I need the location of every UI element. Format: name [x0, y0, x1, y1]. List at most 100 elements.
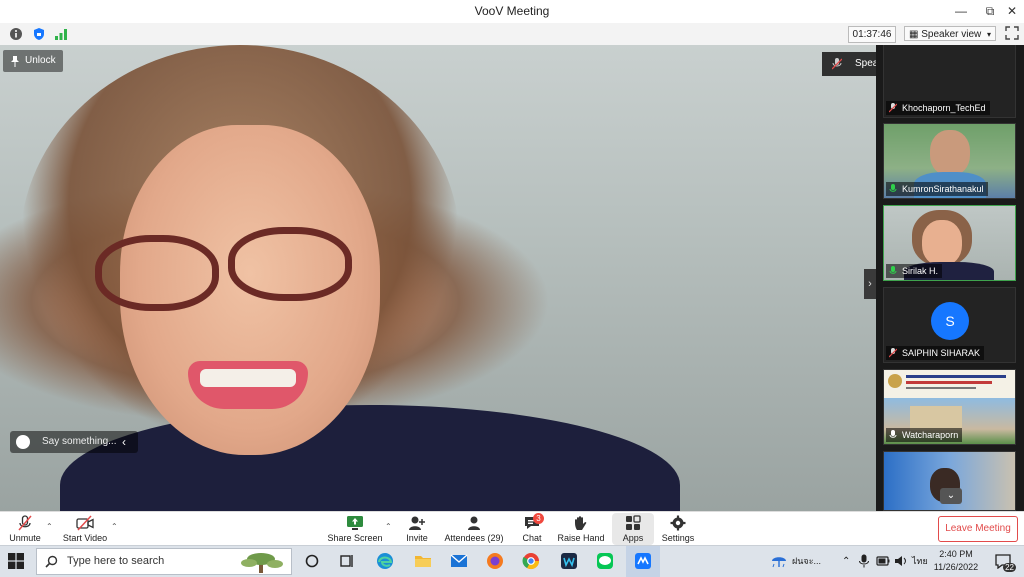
close-button[interactable]: ✕	[1001, 2, 1023, 20]
task-view-icon[interactable]	[336, 550, 358, 572]
mic-icon	[889, 184, 897, 192]
meeting-toolbar: Unmute ⌃ Start Video ⌃ Share Screen ⌃ In…	[0, 511, 1024, 546]
speaker-video[interactable]: Unlock Say something... ‹	[0, 45, 876, 511]
audio-options-caret[interactable]: ⌃	[46, 522, 53, 531]
line-icon[interactable]	[594, 550, 616, 572]
notification-center[interactable]: 22	[994, 553, 1016, 572]
mic-icon	[889, 266, 897, 274]
speaker-volume-icon[interactable]	[894, 554, 908, 568]
notification-count: 22	[1003, 563, 1016, 572]
chevron-left-icon[interactable]: ‹	[122, 431, 134, 453]
mic-muted-icon	[889, 348, 897, 358]
unmute-button[interactable]: Unmute	[4, 512, 46, 546]
glasses-right	[228, 227, 352, 301]
clock-date: 11/26/2022	[933, 562, 979, 572]
minimize-button[interactable]: —	[950, 2, 972, 20]
meeting-info-bar: 01:37:46 ▦ Speaker view ▾	[0, 23, 1024, 46]
scroll-down-button[interactable]: ⌄	[940, 488, 962, 504]
mail-icon[interactable]	[448, 550, 470, 572]
gear-icon	[670, 515, 686, 531]
search-placeholder: Type here to search	[67, 555, 165, 567]
chat-label: Chat	[522, 533, 542, 543]
restore-button[interactable]: ⧉	[979, 2, 1001, 20]
participant-tile[interactable]: Watcharaporn	[883, 369, 1016, 445]
participant-video	[922, 220, 962, 266]
chrome-icon[interactable]	[520, 550, 542, 572]
slide-title-line	[906, 375, 1006, 378]
hidden-icons-chevron[interactable]: ⌃	[842, 546, 850, 577]
cortana-icon[interactable]	[301, 550, 323, 572]
unlock-button[interactable]: Unlock	[3, 50, 63, 72]
settings-button[interactable]: Settings	[658, 512, 698, 546]
video-options-caret[interactable]: ⌃	[111, 522, 118, 531]
firefox-icon[interactable]	[484, 550, 506, 572]
apps-grid-icon	[626, 515, 641, 530]
attendees-button[interactable]: Attendees (29)	[442, 512, 506, 546]
webex-icon[interactable]	[558, 550, 580, 572]
invite-button[interactable]: Invite	[399, 512, 435, 546]
speaker-teeth	[200, 369, 296, 387]
search-icon	[45, 555, 58, 568]
participant-tile-active[interactable]: Sirilak H.	[883, 205, 1016, 281]
taskbar-clock[interactable]: 2:40 PM 11/26/2022	[924, 548, 988, 574]
share-screen-button[interactable]: Share Screen	[326, 512, 384, 546]
mic-muted-icon	[832, 58, 842, 70]
pin-icon	[11, 56, 19, 67]
view-selector[interactable]: ▦ Speaker view ▾	[904, 26, 996, 41]
mic-icon	[889, 430, 897, 438]
windows-taskbar: Type here to search ฝนจะ... ⌃ ไทย 2:40 P…	[0, 545, 1024, 577]
share-screen-label: Share Screen	[327, 533, 383, 543]
weather-text[interactable]: ฝนจะ...	[792, 546, 821, 577]
participant-name-text: Sirilak H.	[902, 266, 939, 276]
window-title: VooV Meeting	[474, 4, 550, 18]
participant-name: SAIPHIN SIHARAK	[886, 346, 985, 360]
start-video-label: Start Video	[62, 533, 108, 543]
say-something-placeholder: Say something...	[42, 436, 117, 447]
participant-tile[interactable]: Khochaporn_TechEd	[883, 45, 1016, 118]
shield-icon[interactable]	[32, 27, 46, 41]
chat-unread-badge: 3	[533, 513, 544, 524]
raise-hand-label: Raise Hand	[557, 533, 605, 543]
fullscreen-icon[interactable]	[1005, 26, 1019, 40]
share-options-caret[interactable]: ⌃	[385, 522, 392, 531]
meeting-timer: 01:37:46	[848, 26, 896, 43]
start-video-button[interactable]: Start Video	[58, 512, 112, 546]
participant-name-text: Watcharaporn	[902, 430, 959, 440]
avatar: S	[931, 302, 969, 340]
say-something-input[interactable]: Say something... ‹	[10, 431, 138, 453]
taskbar-search-input[interactable]: Type here to search	[36, 548, 292, 575]
weather-rain-icon[interactable]	[770, 553, 788, 569]
glasses-left	[95, 235, 219, 311]
participant-sidebar: Khochaporn_TechEd KumronSirathanakul Sir…	[876, 45, 1024, 511]
participant-video	[930, 130, 970, 176]
clock-time: 2:40 PM	[939, 549, 973, 559]
participant-tile[interactable]: ⌄	[883, 451, 1016, 511]
leave-meeting-button[interactable]: Leave Meeting	[938, 516, 1018, 542]
apps-button[interactable]: Apps	[612, 512, 654, 546]
participant-tile[interactable]: S SAIPHIN SIHARAK	[883, 287, 1016, 363]
emoji-icon[interactable]	[16, 435, 30, 449]
voov-meeting-icon[interactable]	[632, 550, 654, 572]
chevron-down-icon: ▾	[986, 30, 991, 39]
university-logo	[888, 374, 902, 388]
search-highlight-icon	[241, 553, 283, 573]
raise-hand-button[interactable]: Raise Hand	[556, 512, 606, 546]
microphone-icon[interactable]	[858, 554, 870, 568]
edge-icon[interactable]	[374, 550, 396, 572]
signal-strength-icon[interactable]	[54, 27, 68, 41]
info-icon[interactable]	[9, 27, 23, 41]
building-image	[910, 406, 962, 430]
attendees-icon	[468, 516, 480, 530]
participant-tile[interactable]: KumronSirathanakul	[883, 123, 1016, 199]
slide-detail-line	[906, 387, 976, 389]
share-screen-icon	[347, 516, 363, 530]
windows-start-icon[interactable]	[8, 553, 24, 569]
mic-muted-icon	[18, 515, 32, 531]
view-icon: ▦	[909, 29, 922, 40]
collapse-sidebar-button[interactable]: ›	[864, 269, 876, 299]
file-explorer-icon[interactable]	[412, 550, 434, 572]
video-off-icon	[76, 515, 94, 531]
battery-icon[interactable]	[876, 554, 890, 568]
unlock-label: Unlock	[25, 55, 56, 66]
hand-icon	[575, 516, 587, 530]
